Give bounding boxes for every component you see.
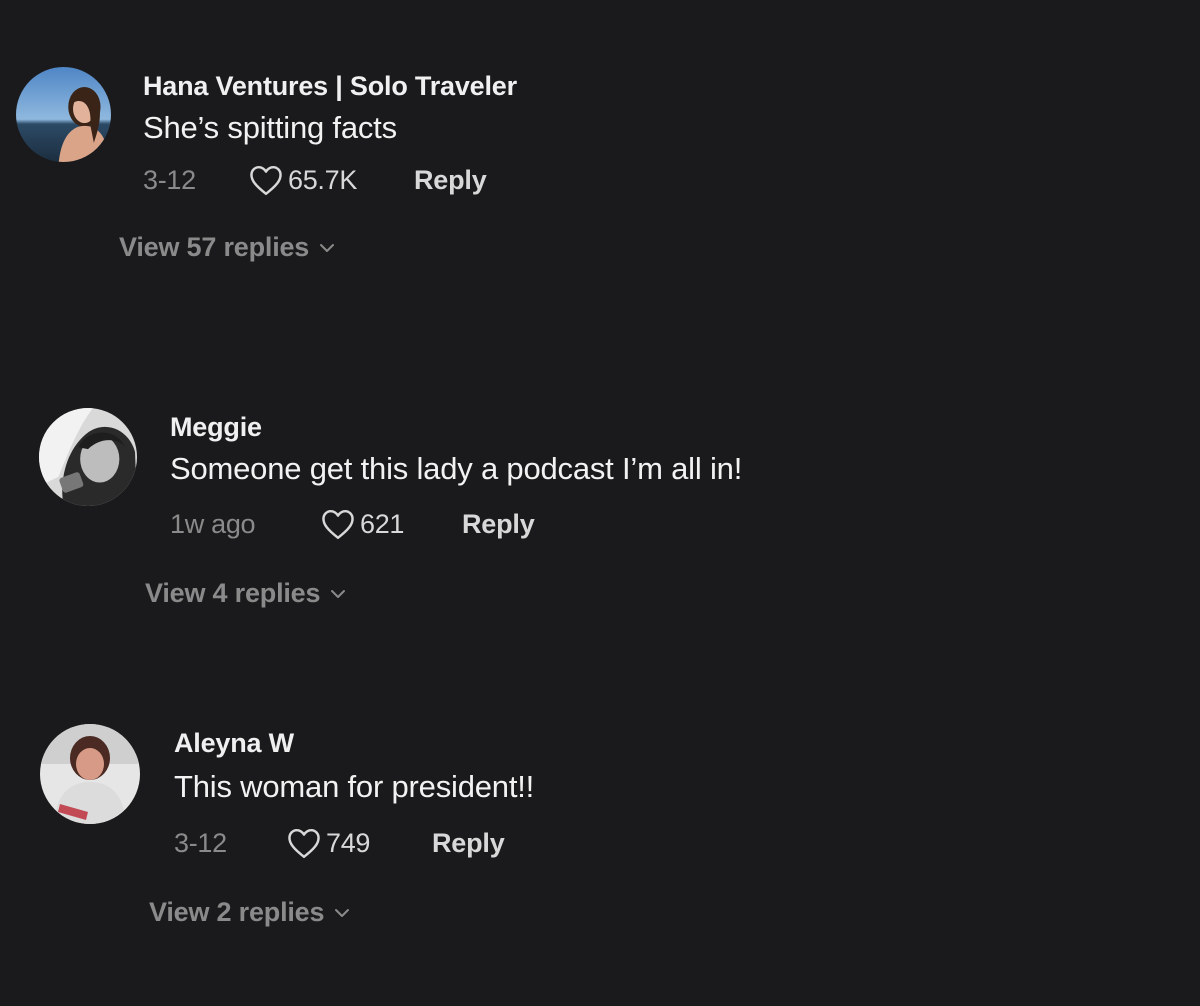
comment-text: She’s spitting facts	[143, 110, 397, 145]
like-count: 749	[326, 827, 371, 858]
view-replies-label: View 2 replies	[149, 897, 325, 927]
avatar[interactable]	[40, 724, 140, 824]
comment-text: Someone get this lady a podcast I’m all …	[170, 451, 743, 486]
comment-actions: 3-12 65.7K Reply	[143, 164, 487, 196]
reply-button[interactable]: Reply	[432, 828, 505, 859]
comment-text: This woman for president!!	[174, 769, 535, 804]
like-count: 65.7K	[288, 164, 358, 195]
like-button[interactable]: 749	[286, 827, 432, 859]
like-count: 621	[360, 508, 405, 539]
chevron-down-icon	[335, 908, 350, 917]
comment-username[interactable]: Aleyna W	[174, 728, 294, 759]
comment-date: 3-12	[174, 827, 227, 858]
avatar-image	[39, 408, 137, 506]
reply-button[interactable]: Reply	[462, 509, 535, 540]
view-replies-label: View 4 replies	[145, 578, 321, 608]
view-replies-button[interactable]: View 2 replies	[149, 897, 350, 928]
heart-outline-icon	[250, 165, 282, 196]
comment-date: 3-12	[143, 164, 196, 195]
chevron-down-icon	[320, 243, 335, 252]
comment-actions: 3-12 749 Reply	[174, 827, 505, 859]
view-replies-button[interactable]: View 4 replies	[145, 578, 346, 609]
chevron-down-icon	[331, 589, 346, 598]
avatar-image	[16, 67, 111, 162]
view-replies-button[interactable]: View 57 replies	[119, 232, 335, 263]
comment-username[interactable]: Meggie	[170, 412, 262, 443]
heart-outline-icon	[288, 828, 320, 859]
like-button[interactable]: 621	[320, 508, 462, 540]
avatar[interactable]	[39, 408, 137, 506]
like-button[interactable]: 65.7K	[248, 164, 414, 196]
comment-date: 1w ago	[170, 508, 256, 539]
reply-button[interactable]: Reply	[414, 165, 487, 196]
comment-username[interactable]: Hana Ventures | Solo Traveler	[143, 71, 517, 102]
view-replies-label: View 57 replies	[119, 232, 310, 262]
heart-outline-icon	[322, 509, 354, 540]
comment-actions: 1w ago 621 Reply	[170, 508, 535, 540]
avatar-image	[40, 724, 140, 824]
avatar[interactable]	[16, 67, 111, 162]
